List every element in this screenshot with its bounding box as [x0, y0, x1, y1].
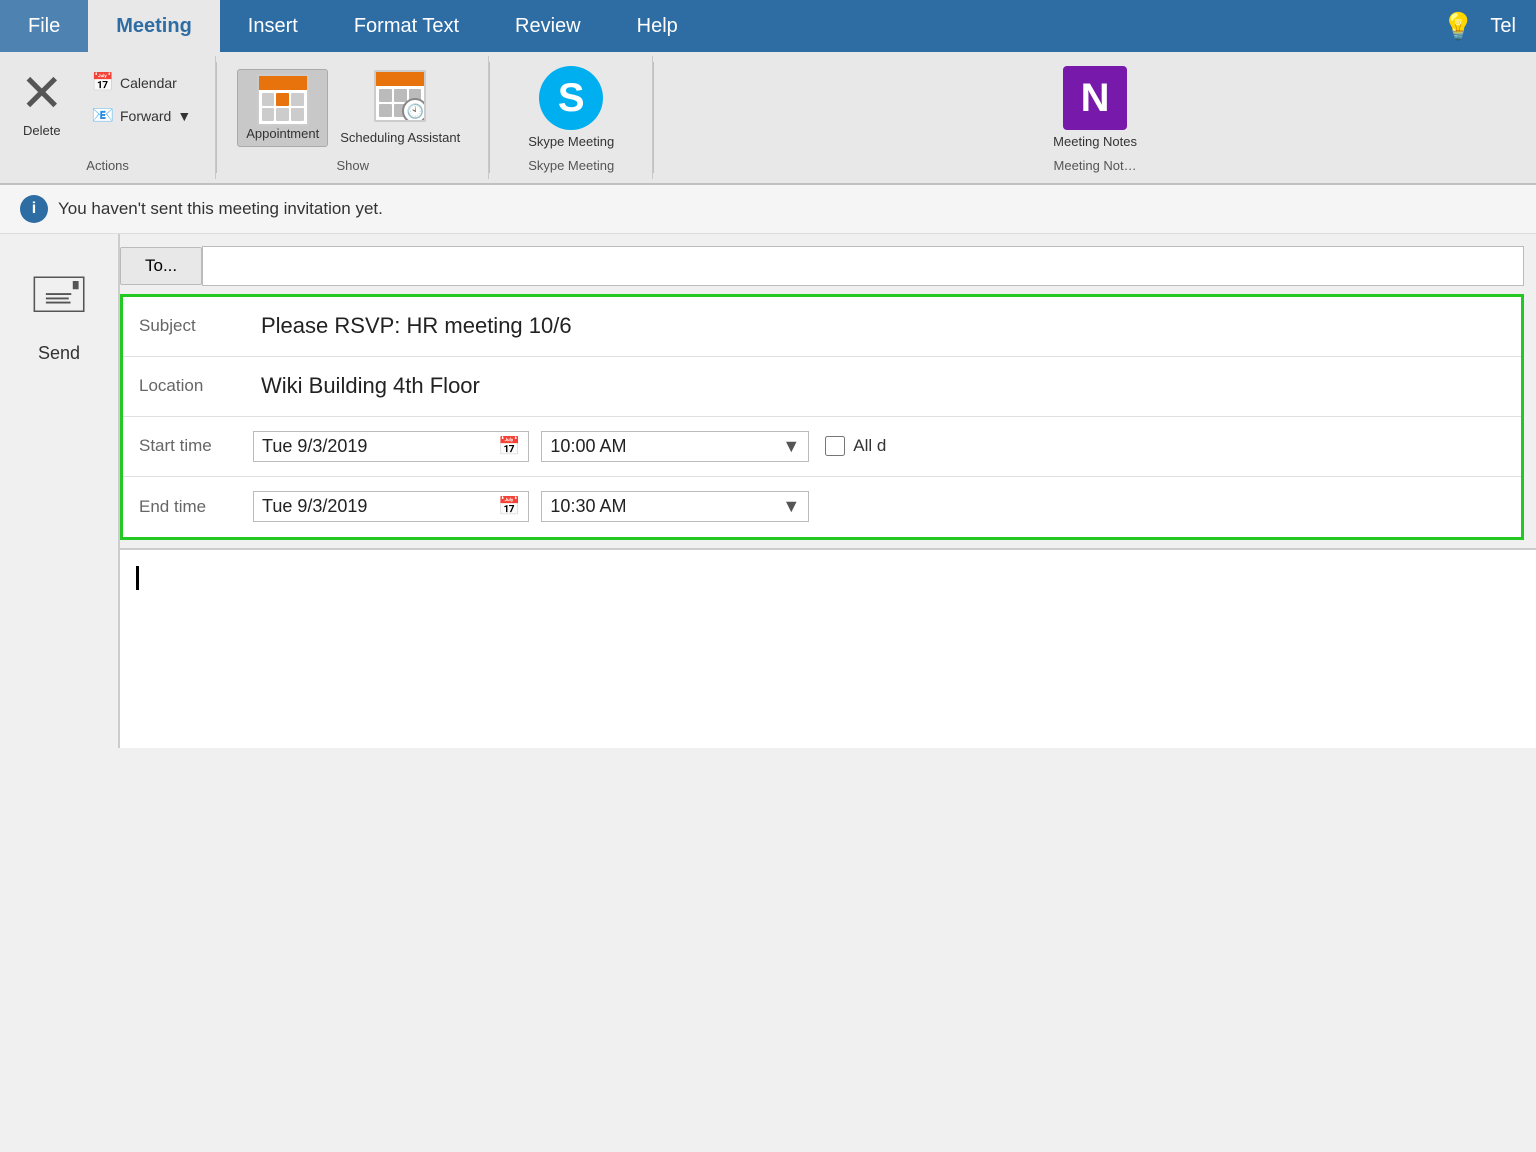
start-calendar-icon[interactable]: 📅 — [498, 436, 520, 457]
end-time-row: End time 📅 ▼ — [123, 477, 1521, 537]
calendar-grid-icon: 📅 — [92, 72, 114, 93]
actions-group: ✕ Delete 📅 Calendar 📧 Forward ▼ Actions — [0, 56, 216, 179]
to-input-area[interactable] — [202, 246, 1524, 286]
sched-cell — [379, 89, 392, 102]
delete-button[interactable]: ✕ Delete — [20, 66, 64, 138]
tel-label: Tel — [1490, 15, 1516, 38]
start-date-input[interactable] — [262, 436, 494, 457]
all-day-wrapper: All d — [825, 436, 886, 456]
end-time-input[interactable] — [550, 496, 782, 517]
start-time-label: Start time — [123, 428, 253, 464]
lightbulb-icon: 💡 — [1442, 11, 1474, 42]
ribbon-right-area: 💡 Tel — [1442, 0, 1536, 52]
tab-insert[interactable]: Insert — [220, 0, 326, 52]
show-btns: Appointment 🕙 — [237, 62, 468, 154]
end-time-dropdown-icon[interactable]: ▼ — [782, 496, 800, 517]
form-area: To... Subject Location Start time — [120, 234, 1536, 748]
location-label: Location — [123, 368, 253, 404]
to-section: To... — [120, 234, 1536, 286]
send-panel: 🖃 Send — [0, 234, 120, 748]
info-icon: i — [20, 195, 48, 223]
appt-icon-header — [259, 76, 307, 90]
start-date-wrapper: 📅 — [253, 431, 529, 462]
onenote-icon: N — [1063, 66, 1127, 130]
sched-cell — [379, 104, 392, 117]
end-time-wrapper: ▼ — [541, 491, 809, 522]
tab-review[interactable]: Review — [487, 0, 609, 52]
all-day-checkbox[interactable] — [825, 436, 845, 456]
start-time-row: Start time 📅 ▼ All d — [123, 417, 1521, 477]
calendar-label: Calendar — [120, 75, 177, 91]
form-wrapper: Subject Location Start time 📅 — [120, 286, 1536, 548]
appointment-icon — [257, 74, 309, 126]
notification-text: You haven't sent this meeting invitation… — [58, 199, 383, 219]
appt-cell — [262, 108, 275, 121]
meeting-notes-group-label: Meeting Not… — [1054, 158, 1137, 173]
send-button[interactable]: 🖃 Send — [29, 254, 90, 364]
appt-cell — [291, 93, 304, 106]
subject-label: Subject — [123, 308, 253, 344]
forward-dropdown-icon[interactable]: ▼ — [177, 108, 191, 124]
send-label: Send — [38, 343, 80, 364]
scheduling-icon: 🕙 — [374, 70, 426, 122]
ribbon-tabs: File Meeting Insert Format Text Review H… — [0, 0, 1536, 52]
start-time-wrapper: ▼ — [541, 431, 809, 462]
appt-cell-highlight — [276, 93, 289, 106]
forward-button[interactable]: 📧 Forward ▼ — [88, 103, 196, 128]
end-time-label: End time — [123, 489, 253, 525]
tab-format-text[interactable]: Format Text — [326, 0, 487, 52]
forward-icon: 📧 — [92, 105, 114, 126]
meeting-notes-label: Meeting Notes — [1053, 134, 1137, 150]
appt-icon-body — [259, 90, 307, 124]
calendar-button[interactable]: 📅 Calendar — [88, 70, 196, 95]
actions-group-label: Actions — [20, 158, 195, 173]
end-calendar-icon[interactable]: 📅 — [498, 496, 520, 517]
clock-overlay-icon: 🕙 — [402, 98, 426, 122]
show-group-label: Show — [336, 158, 369, 173]
to-button[interactable]: To... — [120, 247, 202, 285]
location-input[interactable] — [253, 365, 1521, 407]
send-envelope-icon: 🖃 — [29, 254, 90, 343]
ribbon-content: ✕ Delete 📅 Calendar 📧 Forward ▼ Actions — [0, 52, 1536, 185]
meeting-notes-group: N Meeting Notes Meeting Not… — [654, 56, 1536, 179]
scheduling-label: Scheduling Assistant — [340, 130, 460, 146]
appointment-button[interactable]: Appointment — [237, 69, 328, 147]
appt-cell — [291, 108, 304, 121]
sched-cell — [394, 89, 407, 102]
form-border: Subject Location Start time 📅 — [120, 294, 1524, 540]
forward-label: Forward — [120, 108, 171, 124]
delete-x-icon: ✕ — [20, 66, 64, 123]
subject-row: Subject — [123, 297, 1521, 357]
start-time-dropdown-icon[interactable]: ▼ — [782, 436, 800, 457]
main-area: 🖃 Send To... Subject Location — [0, 234, 1536, 748]
skype-label: Skype Meeting — [528, 134, 614, 150]
tab-help[interactable]: Help — [609, 0, 706, 52]
tab-file[interactable]: File — [0, 0, 88, 52]
tab-meeting[interactable]: Meeting — [88, 0, 220, 52]
appt-cell — [262, 93, 275, 106]
skype-icon: S — [539, 66, 603, 130]
sched-icon-header — [376, 72, 424, 86]
subject-input[interactable] — [253, 305, 1521, 347]
body-area[interactable] — [120, 548, 1536, 748]
end-date-wrapper: 📅 — [253, 491, 529, 522]
scheduling-assistant-button[interactable]: 🕙 Scheduling Assistant — [332, 66, 468, 150]
all-day-label: All d — [853, 436, 886, 456]
end-date-input[interactable] — [262, 496, 494, 517]
skype-meeting-button[interactable]: S Skype Meeting — [520, 62, 622, 154]
show-group: Appointment 🕙 — [217, 56, 489, 179]
delete-label: Delete — [23, 123, 61, 138]
appointment-label: Appointment — [246, 126, 319, 142]
text-cursor — [136, 566, 139, 590]
skype-group-label: Skype Meeting — [528, 158, 614, 173]
meeting-notes-button[interactable]: N Meeting Notes — [1045, 62, 1145, 154]
start-time-input[interactable] — [550, 436, 782, 457]
appt-cell — [276, 108, 289, 121]
skype-group: S Skype Meeting Skype Meeting — [490, 56, 653, 179]
location-row: Location — [123, 357, 1521, 417]
notification-bar: i You haven't sent this meeting invitati… — [0, 185, 1536, 234]
